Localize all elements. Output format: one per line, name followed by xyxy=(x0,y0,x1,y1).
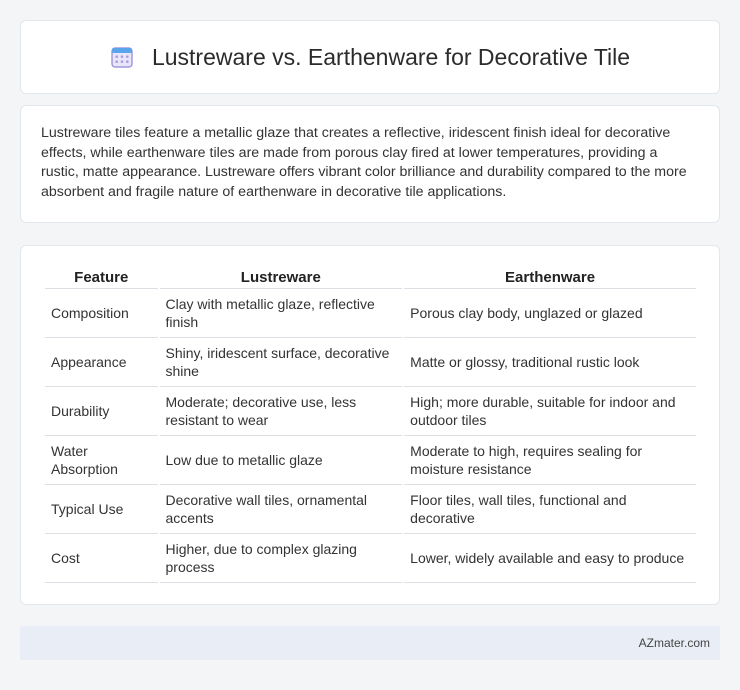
feature-cell: Typical Use xyxy=(45,485,158,534)
page-title: Lustreware vs. Earthenware for Decorativ… xyxy=(151,43,631,70)
table-row: Appearance Shiny, iridescent surface, de… xyxy=(45,338,696,387)
calendar-icon xyxy=(110,45,134,69)
lustreware-cell: Shiny, iridescent surface, decorative sh… xyxy=(159,338,403,387)
footer-brand: AZmater.com xyxy=(638,636,710,650)
feature-cell: Durability xyxy=(45,387,158,436)
lustreware-cell: Low due to metallic glaze xyxy=(159,436,403,485)
header-earthenware: Earthenware xyxy=(404,264,696,289)
table-row: Water Absorption Low due to metallic gla… xyxy=(45,436,696,485)
comparison-card: Feature Lustreware Earthenware Compositi… xyxy=(20,245,720,605)
earthenware-cell: High; more durable, suitable for indoor … xyxy=(404,387,696,436)
lustreware-cell: Clay with metallic glaze, reflective fin… xyxy=(159,289,403,338)
table-row: Composition Clay with metallic glaze, re… xyxy=(45,289,696,338)
earthenware-cell: Floor tiles, wall tiles, functional and … xyxy=(404,485,696,534)
feature-cell: Cost xyxy=(45,534,158,583)
feature-cell: Appearance xyxy=(45,338,158,387)
comparison-table: Feature Lustreware Earthenware Compositi… xyxy=(43,264,698,583)
lustreware-cell: Moderate; decorative use, less resistant… xyxy=(159,387,403,436)
earthenware-cell: Matte or glossy, traditional rustic look xyxy=(404,338,696,387)
table-row: Typical Use Decorative wall tiles, ornam… xyxy=(45,485,696,534)
intro-card: Lustreware tiles feature a metallic glaz… xyxy=(20,105,720,223)
feature-cell: Composition xyxy=(45,289,158,338)
earthenware-cell: Moderate to high, requires sealing for m… xyxy=(404,436,696,485)
earthenware-cell: Porous clay body, unglazed or glazed xyxy=(404,289,696,338)
header-lustreware: Lustreware xyxy=(159,264,403,289)
header-feature: Feature xyxy=(45,264,158,289)
footer-bar: AZmater.com xyxy=(20,626,720,660)
lustreware-cell: Decorative wall tiles, ornamental accent… xyxy=(159,485,403,534)
table-row: Cost Higher, due to complex glazing proc… xyxy=(45,534,696,583)
table-row: Durability Moderate; decorative use, les… xyxy=(45,387,696,436)
lustreware-cell: Higher, due to complex glazing process xyxy=(159,534,403,583)
title-card: Lustreware vs. Earthenware for Decorativ… xyxy=(20,20,720,94)
earthenware-cell: Lower, widely available and easy to prod… xyxy=(404,534,696,583)
feature-cell: Water Absorption xyxy=(45,436,158,485)
table-header-row: Feature Lustreware Earthenware xyxy=(45,264,696,289)
intro-paragraph: Lustreware tiles feature a metallic glaz… xyxy=(41,125,687,200)
